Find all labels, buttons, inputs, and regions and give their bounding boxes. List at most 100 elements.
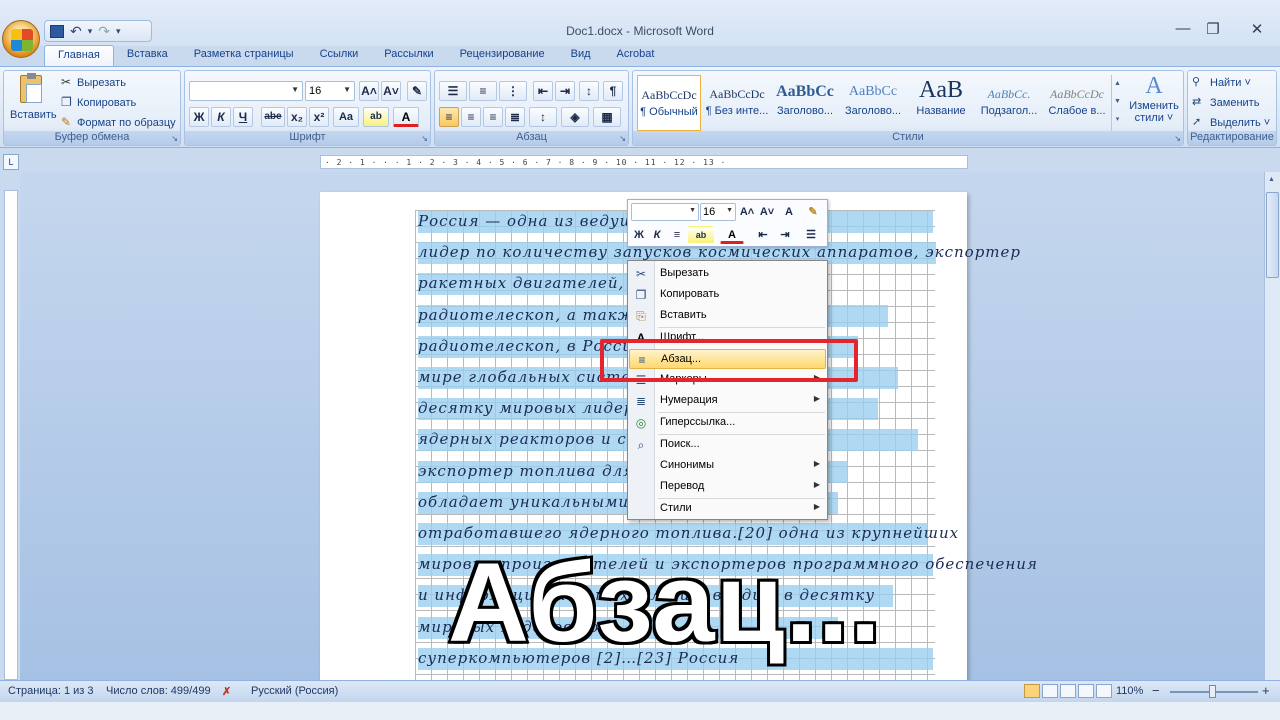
grow-font-button[interactable]: A˄ xyxy=(359,81,379,101)
paragraph-launcher-icon[interactable]: ↘ xyxy=(619,134,626,143)
menu-item-paste[interactable]: ⎘ Вставить xyxy=(629,306,826,326)
style-heading-2[interactable]: AaBbCc Заголово... xyxy=(841,75,905,131)
bold-button[interactable]: Ж xyxy=(189,107,209,127)
menu-item-styles[interactable]: Стили ▶ xyxy=(629,499,826,519)
cut-button[interactable]: ✂ Вырезать xyxy=(59,75,174,93)
mini-center-button[interactable]: ≡ xyxy=(668,226,686,244)
mini-decrease-indent-icon[interactable]: ⇤ xyxy=(754,226,772,244)
close-button[interactable]: ✕ xyxy=(1242,20,1272,38)
show-marks-icon[interactable]: ¶ xyxy=(603,81,623,101)
tab-references[interactable]: Ссылки xyxy=(307,45,372,66)
menu-item-search[interactable]: ⌕ Поиск... xyxy=(629,435,826,455)
mini-bold-button[interactable]: Ж xyxy=(630,226,648,244)
outline-view-icon[interactable] xyxy=(1078,684,1094,698)
copy-button[interactable]: ❐ Копировать xyxy=(59,95,174,113)
font-name-combobox[interactable]: ▼ xyxy=(189,81,303,101)
restore-button[interactable]: ❐ xyxy=(1198,20,1228,38)
clipboard-launcher-icon[interactable]: ↘ xyxy=(171,134,178,143)
print-layout-icon[interactable] xyxy=(1024,684,1040,698)
menu-item-hyperlink[interactable]: ◎ Гиперссылка... xyxy=(629,413,826,433)
style-normal[interactable]: AaBbCcDc ¶ Обычный xyxy=(637,75,701,131)
shrink-font-button[interactable]: A˅ xyxy=(381,81,401,101)
zoom-slider-thumb[interactable] xyxy=(1209,685,1216,698)
tab-home[interactable]: Главная xyxy=(44,45,114,67)
font-size-combobox[interactable]: 16 ▼ xyxy=(305,81,355,101)
mini-format-painter-icon[interactable]: ✎ xyxy=(804,203,822,221)
find-button[interactable]: ⚲ Найти ˅ xyxy=(1192,75,1274,93)
scroll-up-icon[interactable]: ▲ xyxy=(1268,176,1275,183)
mini-highlight-button[interactable]: ab xyxy=(688,226,714,244)
shading-icon[interactable]: ◈ xyxy=(561,107,589,127)
minimize-button[interactable]: — xyxy=(1168,20,1198,37)
document-line[interactable]: Россия — одна из ведущих xyxy=(418,212,656,230)
borders-icon[interactable]: ▦ xyxy=(593,107,621,127)
multilevel-list-icon[interactable]: ⋮ xyxy=(499,81,527,101)
scrollbar-thumb[interactable] xyxy=(1266,192,1279,278)
page-count-status[interactable]: Страница: 1 из 3 xyxy=(8,685,94,697)
align-center-icon[interactable]: ≡ xyxy=(461,107,481,127)
language-status[interactable]: Русский (Россия) xyxy=(251,685,338,697)
font-color-button[interactable]: A xyxy=(393,107,419,127)
style-subtle-emphasis[interactable]: AaBbCcDc Слабое в... xyxy=(1045,75,1109,131)
numbering-icon[interactable]: ≡ xyxy=(469,81,497,101)
tab-review[interactable]: Рецензирование xyxy=(447,45,558,66)
mini-font-color-button[interactable]: A xyxy=(720,226,744,244)
mini-font-size-combobox[interactable]: 16 ▼ xyxy=(700,203,736,221)
highlight-button[interactable]: ab xyxy=(363,107,389,127)
full-screen-reading-icon[interactable] xyxy=(1042,684,1058,698)
superscript-button[interactable]: x² xyxy=(309,107,329,127)
vertical-ruler[interactable] xyxy=(4,190,18,680)
office-button[interactable] xyxy=(2,20,40,58)
underline-button[interactable]: Ч xyxy=(233,107,253,127)
font-launcher-icon[interactable]: ↘ xyxy=(421,134,428,143)
change-case-button[interactable]: Aa xyxy=(333,107,359,127)
style-title[interactable]: AaB Название xyxy=(909,75,973,131)
mini-bullets-icon[interactable]: ☰ xyxy=(798,226,824,244)
tab-acrobat[interactable]: Acrobat xyxy=(604,45,668,66)
style-subtitle[interactable]: AaBbCc. Подзагол... xyxy=(977,75,1041,131)
tab-selector-button[interactable]: L xyxy=(3,154,19,170)
menu-item-translate[interactable]: Перевод ▶ xyxy=(629,477,826,497)
tab-view[interactable]: Вид xyxy=(558,45,604,66)
zoom-in-button[interactable]: + xyxy=(1262,683,1270,698)
tab-page-layout[interactable]: Разметка страницы xyxy=(181,45,307,66)
strikethrough-button[interactable]: abe xyxy=(261,107,285,127)
document-line[interactable]: радиотелескоп, а также к xyxy=(418,306,661,324)
style-heading-1[interactable]: AaBbCc Заголово... xyxy=(773,75,837,131)
web-layout-icon[interactable] xyxy=(1060,684,1076,698)
zoom-out-button[interactable]: − xyxy=(1152,683,1160,698)
menu-item-copy[interactable]: ❐ Копировать xyxy=(629,285,826,305)
menu-item-cut[interactable]: ✂ Вырезать xyxy=(629,264,826,284)
tab-insert[interactable]: Вставка xyxy=(114,45,181,66)
justify-icon[interactable]: ≣ xyxy=(505,107,525,127)
mini-styles-icon[interactable]: A xyxy=(780,203,798,221)
word-count-status[interactable]: Число слов: 499/499 xyxy=(106,685,211,697)
replace-button[interactable]: ⇄ Заменить xyxy=(1192,95,1274,113)
clear-formatting-icon[interactable]: ✎ xyxy=(407,81,427,101)
align-left-icon[interactable]: ≡ xyxy=(439,107,459,127)
italic-button[interactable]: К xyxy=(211,107,231,127)
mini-shrink-font-button[interactable]: A˅ xyxy=(758,203,776,221)
style-no-spacing[interactable]: AaBbCcDc ¶ Без инте... xyxy=(705,75,769,131)
sort-icon[interactable]: ↕ xyxy=(579,81,599,101)
tab-mailings[interactable]: Рассылки xyxy=(371,45,446,66)
subscript-button[interactable]: x₂ xyxy=(287,107,307,127)
zoom-level[interactable]: 110% xyxy=(1116,685,1143,697)
styles-launcher-icon[interactable]: ↘ xyxy=(1174,134,1181,143)
document-line[interactable]: обладает уникальными по xyxy=(418,493,656,511)
align-right-icon[interactable]: ≡ xyxy=(483,107,503,127)
paste-button[interactable]: Вставить xyxy=(8,73,57,129)
horizontal-ruler[interactable]: · 2 · 1 · · · 1 · 2 · 3 · 4 · 5 · 6 · 7 … xyxy=(320,155,968,169)
mini-increase-indent-icon[interactable]: ⇥ xyxy=(776,226,794,244)
mini-grow-font-button[interactable]: A˄ xyxy=(738,203,756,221)
change-styles-button[interactable]: A Изменить стили ˅ xyxy=(1127,73,1181,131)
vertical-scrollbar[interactable]: ▲ xyxy=(1264,172,1280,680)
menu-item-numbering[interactable]: ≣ Нумерация ▶ xyxy=(629,391,826,411)
decrease-indent-icon[interactable]: ⇤ xyxy=(533,81,553,101)
line-spacing-icon[interactable]: ↕ xyxy=(529,107,557,127)
bullets-icon[interactable]: ☰ xyxy=(439,81,467,101)
menu-item-synonyms[interactable]: Синонимы ▶ xyxy=(629,456,826,476)
proofing-icon[interactable]: ✗ xyxy=(222,685,231,698)
draft-view-icon[interactable] xyxy=(1096,684,1112,698)
mini-italic-button[interactable]: К xyxy=(648,226,666,244)
